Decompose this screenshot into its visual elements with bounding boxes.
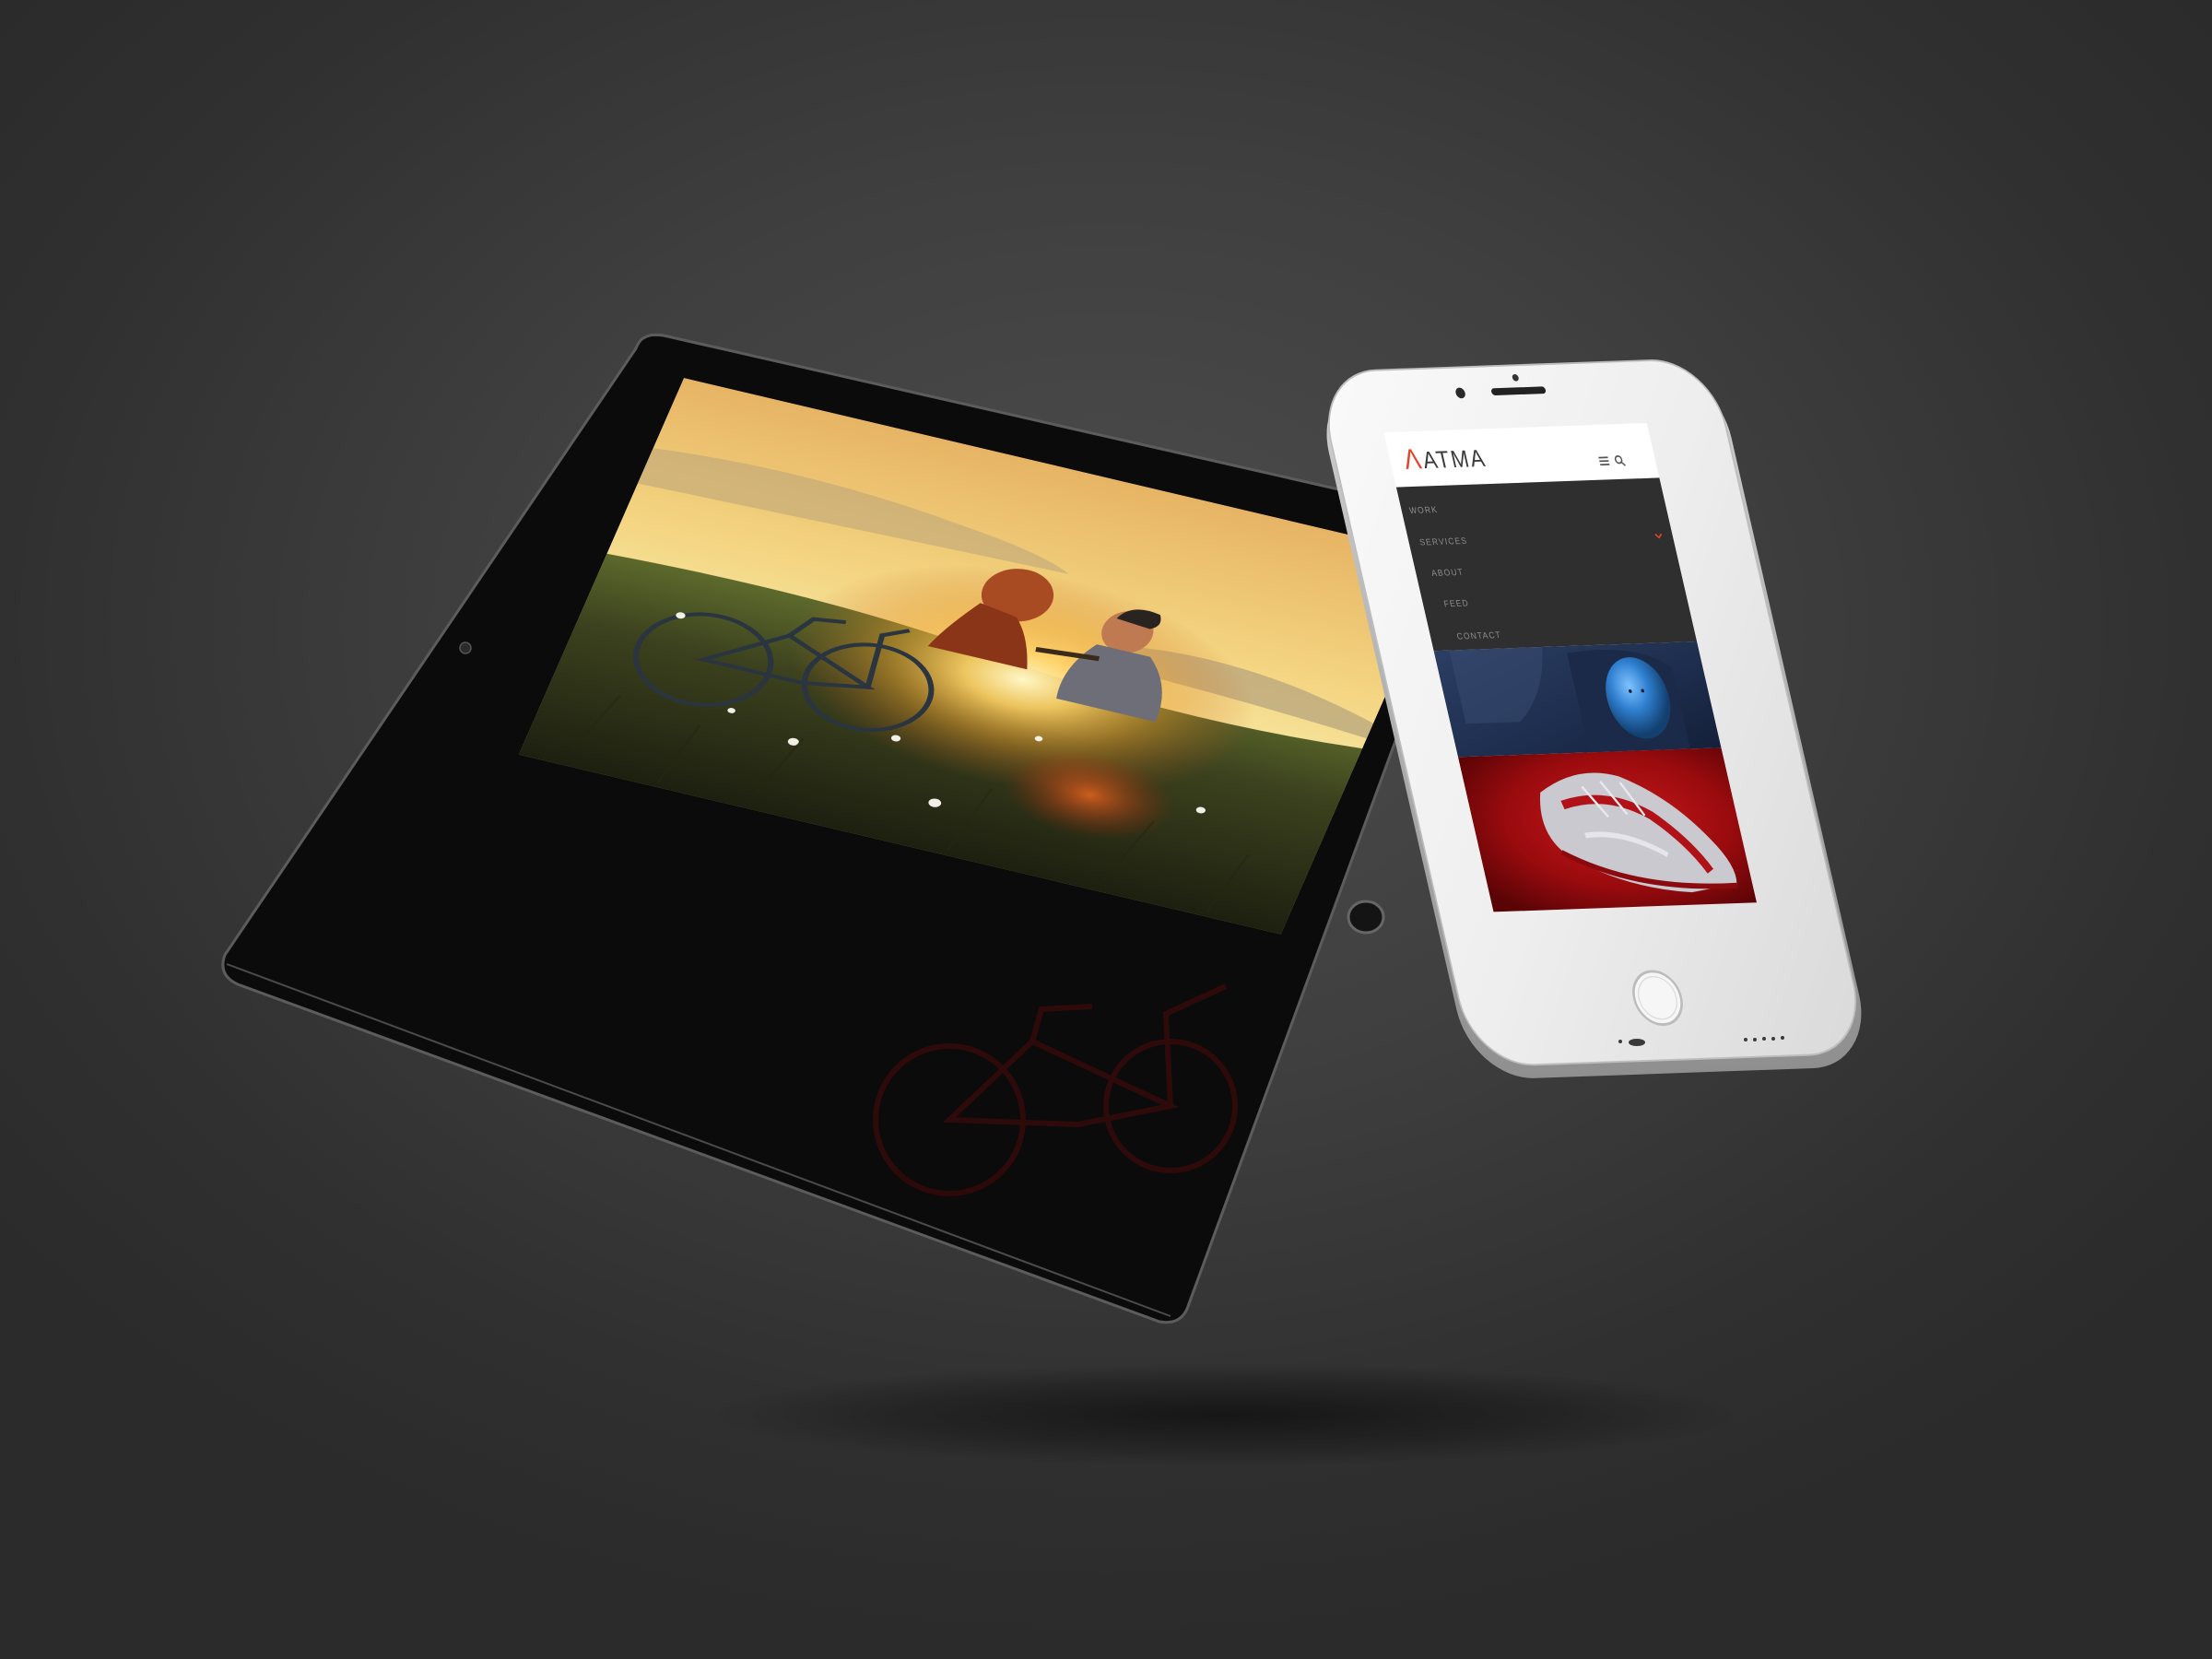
tablet-camera <box>459 641 472 654</box>
device-mockup-stage: Λ ATMA WORK SERVICES ABOUT FEED CONTACT <box>0 0 2212 1659</box>
nav-item-work[interactable]: WORK <box>1408 505 1439 516</box>
phone-device: Λ ATMA WORK SERVICES ABOUT FEED CONTACT <box>1326 359 1862 1078</box>
portfolio-tile-shoe[interactable] <box>1457 747 1758 912</box>
nav-menu <box>1395 477 1698 652</box>
tablet-device <box>221 333 1472 1324</box>
device-scene: Λ ATMA WORK SERVICES ABOUT FEED CONTACT <box>221 333 1862 1324</box>
nav-item-services[interactable]: SERVICES <box>1418 535 1468 547</box>
tablet-home-button[interactable] <box>1347 900 1385 935</box>
nav-item-feed[interactable]: FEED <box>1443 598 1470 608</box>
nav-item-contact[interactable]: CONTACT <box>1456 630 1503 641</box>
nav-item-about[interactable]: ABOUT <box>1430 567 1465 578</box>
portfolio-tile-blue[interactable] <box>1433 641 1722 758</box>
logo-text[interactable]: ATMA <box>1420 446 1489 475</box>
